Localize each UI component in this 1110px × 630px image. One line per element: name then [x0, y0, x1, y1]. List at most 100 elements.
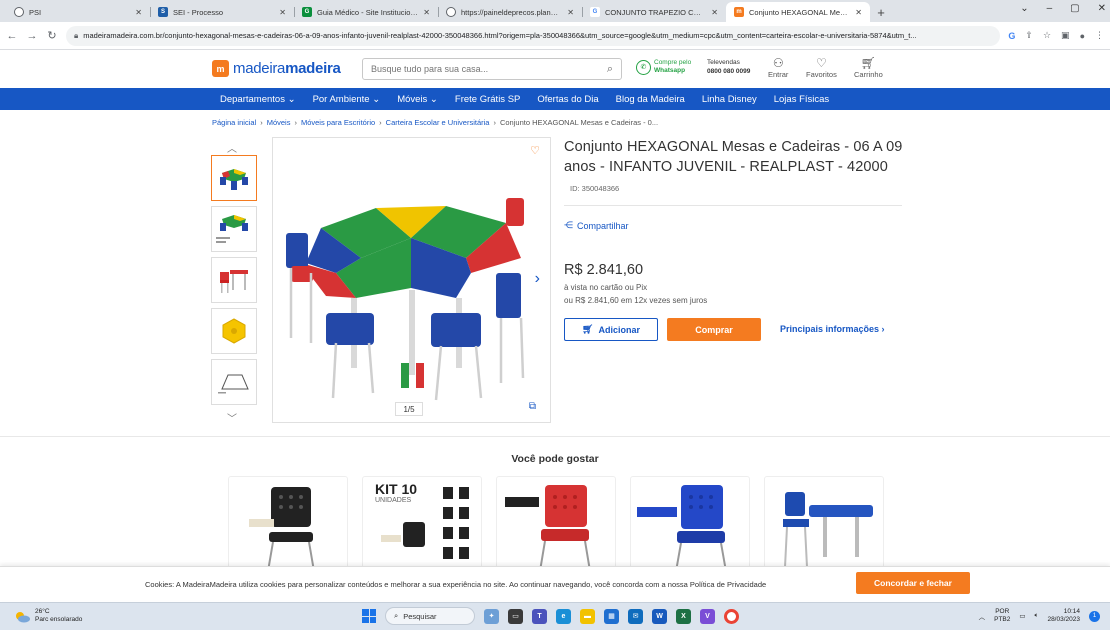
main-info-link[interactable]: Principais informações ›: [780, 324, 885, 334]
add-to-cart-button[interactable]: 🛒︎ Adicionar: [564, 318, 658, 341]
cart-link[interactable]: 🛒︎ Carrinho: [854, 57, 883, 80]
browser-tab[interactable]: G Guia Médico - Site Institucional ✕: [294, 2, 438, 22]
next-image-icon[interactable]: ›: [535, 270, 540, 288]
browser-tab-active[interactable]: m Conjunto HEXAGONAL Mesas e ✕: [726, 2, 870, 22]
share-icon[interactable]: ⇪: [1025, 30, 1033, 41]
side-panel-icon[interactable]: ▣: [1061, 30, 1070, 41]
gallery-icon[interactable]: ⧉: [529, 401, 536, 412]
language-indicator[interactable]: POR PTB2: [994, 608, 1010, 624]
store-icon[interactable]: ▦: [604, 608, 619, 624]
recommendation-card[interactable]: [630, 476, 750, 576]
breadcrumb: Página inicial › Móveis › Móveis para Escrit…: [212, 118, 659, 127]
widgets-icon[interactable]: ✦: [484, 608, 499, 624]
minimize-icon[interactable]: –: [1047, 3, 1053, 14]
madeiramadeira-logo[interactable]: m madeiramadeira: [212, 60, 341, 77]
tab-search-icon[interactable]: ⌄: [1020, 3, 1028, 14]
nav-disney[interactable]: Linha Disney: [702, 94, 757, 105]
close-tab-icon[interactable]: ✕: [423, 8, 430, 17]
clock[interactable]: 10:14 28/03/2023: [1047, 608, 1080, 624]
thumbnail[interactable]: [211, 308, 257, 354]
teams-icon[interactable]: T: [532, 608, 547, 624]
favorite-heart-icon[interactable]: ♡: [530, 144, 540, 157]
forward-icon[interactable]: →: [26, 30, 38, 42]
whatsapp-link[interactable]: ✆ Compre pelo Whatsapp: [636, 59, 691, 75]
browser-tab[interactable]: S SEI - Processo ✕: [150, 2, 294, 22]
search-icon: ⌕: [394, 611, 399, 620]
excel-icon[interactable]: X: [676, 608, 691, 624]
file-explorer-icon[interactable]: ▬: [580, 608, 595, 624]
browser-tab[interactable]: PSI ✕: [6, 2, 150, 22]
google-lens-icon[interactable]: G: [1008, 31, 1015, 41]
nav-frete-gratis[interactable]: Frete Grátis SP: [455, 94, 520, 105]
breadcrumb-item[interactable]: Página inicial: [212, 118, 256, 127]
favorites-link[interactable]: ♡ Favoritos: [806, 57, 837, 80]
buy-button[interactable]: Comprar: [667, 318, 761, 341]
nav-moveis[interactable]: Móveis ⌄: [397, 94, 438, 105]
recommendation-card[interactable]: [496, 476, 616, 576]
nav-departamentos[interactable]: Departamentos ⌄: [220, 94, 296, 105]
logo-text: madeiramadeira: [233, 60, 341, 77]
nav-por-ambiente[interactable]: Por Ambiente ⌄: [313, 94, 381, 105]
new-tab-button[interactable]: +: [870, 2, 892, 22]
product-thumbnail: [505, 485, 592, 575]
nav-ofertas[interactable]: Ofertas do Dia: [537, 94, 598, 105]
recommendation-card[interactable]: KIT 10 UNIDADES: [362, 476, 482, 576]
volume-icon[interactable]: 🔈︎: [1035, 612, 1039, 620]
notification-badge[interactable]: 1: [1089, 610, 1100, 622]
tray-chevron-icon[interactable]: ︿: [979, 611, 986, 621]
url-field[interactable]: 🔒︎ madeiramadeira.com.br/conjunto-hexago…: [66, 25, 1001, 46]
network-icon[interactable]: ▭: [1019, 612, 1025, 620]
weather-desc: Parc ensolarado: [35, 616, 83, 623]
search-icon[interactable]: ⌕: [607, 63, 613, 76]
televendas: Televendas 0800 080 0099: [707, 59, 751, 75]
close-tab-icon[interactable]: ✕: [567, 8, 574, 17]
close-tab-icon[interactable]: ✕: [279, 8, 286, 17]
edge-icon[interactable]: e: [556, 608, 571, 624]
guia-icon: G: [302, 7, 312, 17]
product-thumbnail: [637, 485, 728, 575]
thumbnail-image: [220, 270, 248, 293]
restore-icon[interactable]: ▢: [1070, 3, 1079, 14]
taskbar-search[interactable]: ⌕ Pesquisar: [385, 607, 475, 625]
close-window-icon[interactable]: ✕: [1098, 3, 1106, 14]
close-tab-icon[interactable]: ✕: [855, 8, 862, 17]
main-product-image[interactable]: ♡ › 1/5 ⧉: [272, 137, 551, 423]
onenote-icon[interactable]: V: [700, 608, 715, 624]
browser-tab[interactable]: G CONJUNTO TRAPEZIO COMPOSTO ✕: [582, 2, 726, 22]
thumbs-down-icon[interactable]: ﹀: [227, 410, 237, 425]
breadcrumb-item[interactable]: Móveis para Escritório: [301, 118, 375, 127]
tab-title: PSI: [29, 7, 42, 17]
breadcrumb-item[interactable]: Carteira Escolar e Universitária: [386, 118, 490, 127]
back-icon[interactable]: ←: [6, 30, 18, 42]
close-tab-icon[interactable]: ✕: [711, 8, 718, 17]
thumbnail[interactable]: [211, 206, 257, 252]
bookmark-star-icon[interactable]: ☆: [1043, 30, 1051, 41]
thumbnail[interactable]: [211, 257, 257, 303]
thumbnail[interactable]: [211, 359, 257, 405]
task-view-icon[interactable]: ▭: [508, 608, 523, 624]
menu-icon[interactable]: ⋮: [1095, 30, 1104, 41]
search-input[interactable]: [371, 64, 607, 74]
recommendation-card[interactable]: [764, 476, 884, 576]
share-link[interactable]: ⋲ Compartilhar: [564, 220, 629, 231]
reload-icon[interactable]: ↻: [46, 29, 58, 42]
installment-note: ou R$ 2.841,60 em 12x vezes sem juros: [564, 296, 708, 305]
thumbnail[interactable]: [211, 155, 257, 201]
chrome-icon[interactable]: [724, 608, 739, 624]
browser-tab[interactable]: https://paineldeprecos.planejam... ✕: [438, 2, 582, 22]
profile-icon[interactable]: ●: [1080, 31, 1085, 41]
breadcrumb-item[interactable]: Móveis: [267, 118, 291, 127]
sei-icon: S: [158, 7, 168, 17]
nav-lojas[interactable]: Lojas Físicas: [774, 94, 829, 105]
accept-cookies-button[interactable]: Concordar e fechar: [856, 572, 970, 594]
thumbs-up-icon[interactable]: ︿: [227, 140, 237, 155]
nav-blog[interactable]: Blog da Madeira: [616, 94, 685, 105]
mail-icon[interactable]: ✉: [628, 608, 643, 624]
system-tray: ︿ POR PTB2 ▭ 🔈︎ 10:14 28/03/2023 1: [979, 608, 1100, 624]
windows-start-icon[interactable]: [362, 609, 376, 623]
recommendation-card[interactable]: [228, 476, 348, 576]
close-tab-icon[interactable]: ✕: [135, 8, 142, 17]
login-link[interactable]: ⚇ Entrar: [768, 57, 788, 80]
weather-widget[interactable]: 26°C Parc ensolarado: [14, 608, 82, 624]
word-icon[interactable]: W: [652, 608, 667, 624]
